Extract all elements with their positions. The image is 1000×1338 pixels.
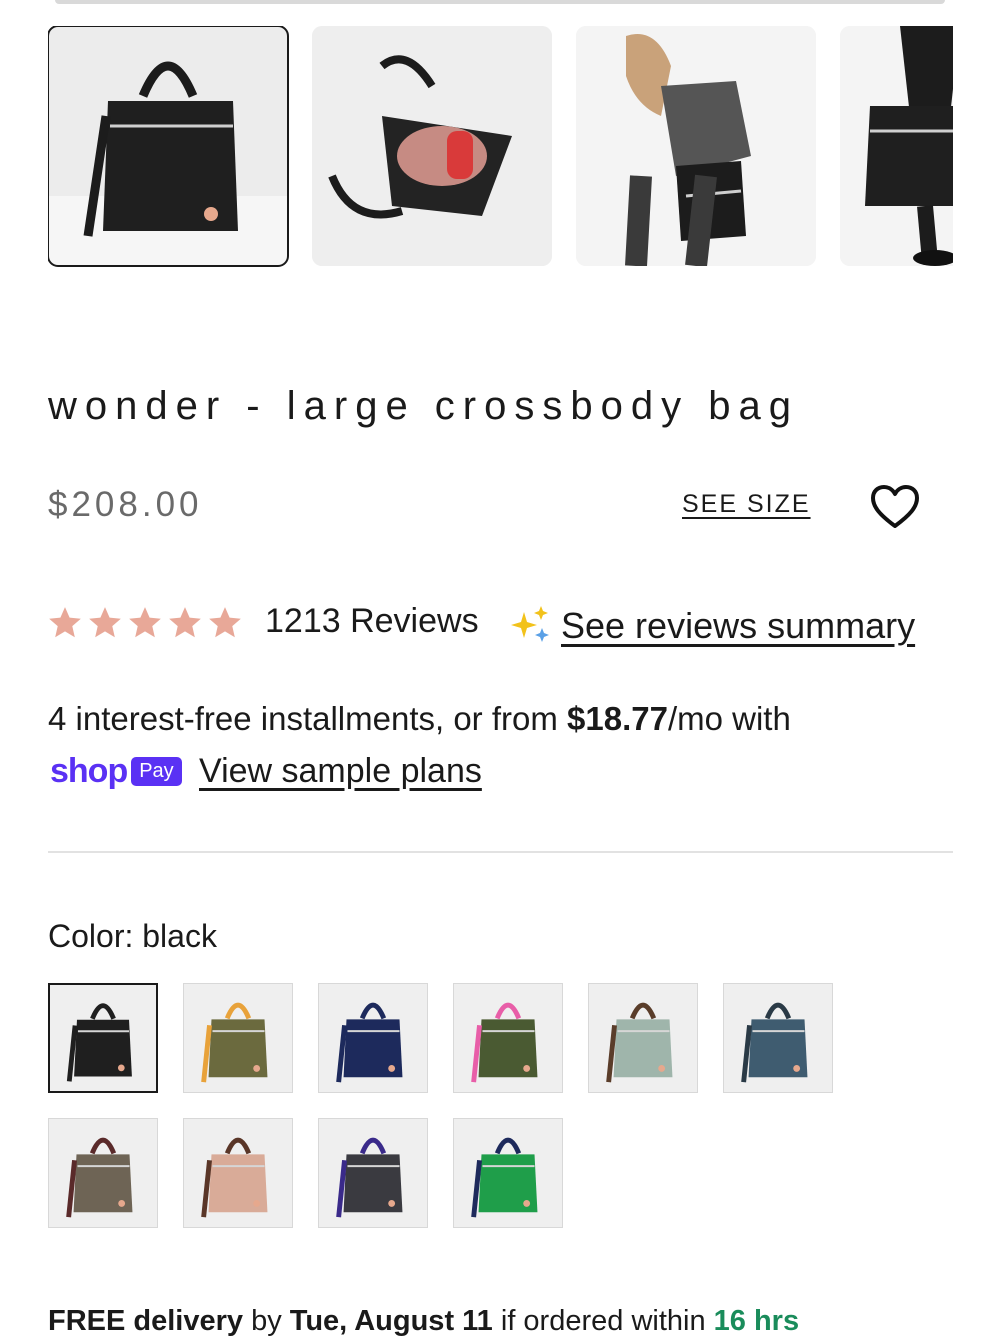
shop-pay-logo: shop Pay (50, 752, 182, 791)
color-swatch-taupe[interactable] (48, 1118, 158, 1228)
star-icon (169, 607, 201, 638)
color-label: Color: black (48, 918, 217, 954)
color-swatch-slate-blue[interactable] (723, 983, 833, 1093)
swatch-bag-image (184, 984, 292, 1092)
free-delivery-label: FREE delivery (48, 1305, 244, 1337)
delivery-date: Tue, August 11 (289, 1305, 493, 1337)
image-gallery[interactable] (48, 26, 953, 268)
gallery-thumb-model-holding[interactable] (840, 26, 953, 266)
delivery-countdown: 16 hrs (713, 1305, 800, 1337)
bag-front-image (48, 26, 288, 266)
star-icon (49, 607, 81, 638)
view-sample-plans-link[interactable]: View sample plans (199, 752, 482, 791)
swatch-bag-image (184, 1119, 292, 1227)
star-icon (129, 607, 161, 638)
color-swatch-camo[interactable] (183, 983, 293, 1093)
section-divider (48, 851, 953, 853)
shop-pay-badge: Pay (131, 757, 182, 786)
color-swatch-sage[interactable] (588, 983, 698, 1093)
gallery-thumb-model-wearing[interactable] (576, 26, 816, 266)
swatch-bag-image (49, 1119, 157, 1227)
model-wearing-image (576, 26, 816, 266)
installment-amount: $18.77 (567, 700, 668, 737)
shop-pay-wordmark: shop (50, 752, 128, 790)
swatch-bag-image (454, 984, 562, 1092)
top-bar-remnant (55, 0, 945, 4)
swatch-bag-image (319, 1119, 427, 1227)
color-swatch-black[interactable] (48, 983, 158, 1093)
star-icon (89, 607, 121, 638)
wishlist-heart-icon[interactable] (870, 484, 920, 529)
product-title: wonder - large crossbody bag (48, 384, 799, 428)
bag-open-image (312, 26, 552, 266)
product-price: $208.00 (48, 485, 203, 524)
swatch-bag-image (319, 984, 427, 1092)
swatch-bag-image (589, 984, 697, 1092)
color-swatch-blush[interactable] (183, 1118, 293, 1228)
ai-sparkle-icon (511, 606, 549, 642)
installments-prefix: 4 interest-free installments, or from (48, 700, 568, 737)
color-swatch-green[interactable] (453, 1118, 563, 1228)
star-icon (209, 607, 241, 638)
model-holding-image (840, 26, 953, 266)
delivery-by: by (243, 1305, 290, 1337)
see-size-link[interactable]: SEE SIZE (682, 490, 811, 519)
swatch-bag-image (724, 984, 832, 1092)
gallery-thumb-bag-open[interactable] (312, 26, 552, 266)
color-swatch-navy[interactable] (318, 983, 428, 1093)
delivery-middle: if ordered within (492, 1305, 714, 1337)
color-swatch-charcoal-purple[interactable] (318, 1118, 428, 1228)
reviews-count[interactable]: 1213 Reviews (265, 602, 479, 641)
swatch-bag-image (454, 1119, 562, 1227)
installments-suffix: /mo with (667, 700, 791, 737)
delivery-info: FREE delivery by Tue, August 11 if order… (48, 1305, 799, 1338)
gallery-thumb-bag-front[interactable] (48, 26, 289, 267)
installments-text: 4 interest-free installments, or from $1… (48, 700, 791, 738)
rating-stars[interactable] (46, 604, 244, 642)
see-reviews-summary-link[interactable]: See reviews summary (561, 605, 915, 647)
color-swatch-olive-pink[interactable] (453, 983, 563, 1093)
swatch-bag-image (50, 985, 156, 1091)
